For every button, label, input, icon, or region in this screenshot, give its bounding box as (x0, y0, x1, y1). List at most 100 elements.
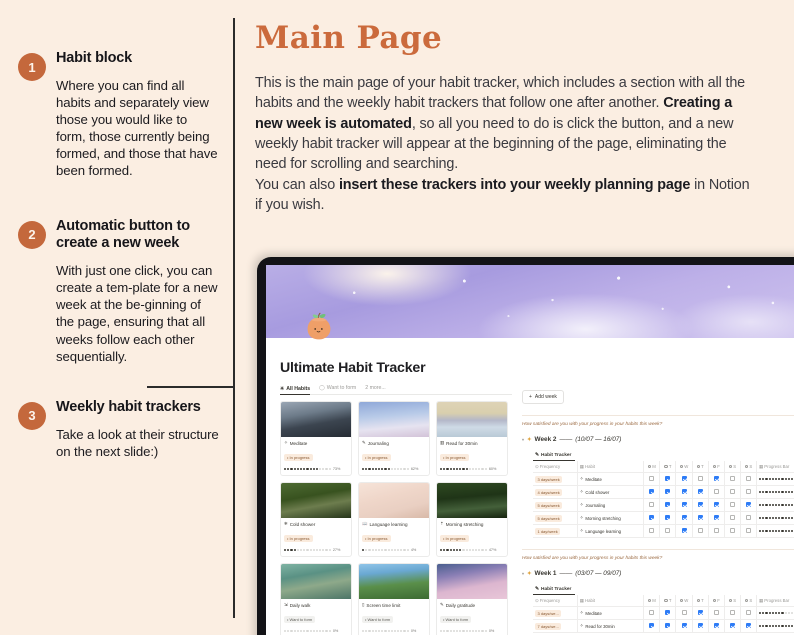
cell-day-6[interactable] (740, 485, 758, 499)
day-checkbox[interactable] (681, 610, 687, 615)
day-checkbox[interactable] (681, 528, 687, 533)
header-frequency[interactable]: ⊙ Frequency (533, 461, 578, 473)
day-checkbox[interactable] (665, 623, 671, 628)
day-checkbox[interactable] (697, 528, 703, 533)
cell-day-1[interactable] (659, 606, 677, 620)
cell-day-4[interactable] (708, 511, 725, 525)
day-checkbox[interactable] (729, 476, 735, 481)
day-checkbox[interactable] (697, 502, 703, 507)
cell-day-0[interactable] (643, 524, 661, 538)
day-checkbox[interactable] (745, 623, 751, 628)
cell-frequency[interactable]: 4 days/week (533, 485, 578, 499)
cell-day-5[interactable] (724, 524, 741, 538)
table-row[interactable]: 5 days/week ✧Journaling 100% (533, 498, 794, 512)
cell-frequency[interactable]: 3 days/we... (533, 606, 578, 620)
cell-habit[interactable]: ✧ Meditate (577, 472, 645, 486)
day-checkbox[interactable] (729, 528, 735, 533)
cell-frequency[interactable]: 5 days/week (533, 498, 578, 512)
day-checkbox[interactable] (713, 502, 719, 507)
day-checkbox[interactable] (729, 502, 735, 507)
day-checkbox[interactable] (713, 476, 719, 481)
cell-day-5[interactable] (724, 619, 741, 633)
day-checkbox[interactable] (729, 610, 735, 615)
cell-day-3[interactable] (692, 524, 709, 538)
cell-habit[interactable]: ✧ Language learning (577, 524, 645, 538)
day-checkbox[interactable] (681, 502, 687, 507)
day-checkbox[interactable] (713, 515, 719, 520)
cell-habit[interactable]: ✧ Meditate (577, 606, 645, 620)
cell-day-4[interactable] (708, 606, 725, 620)
day-checkbox[interactable] (665, 515, 671, 520)
day-checkbox[interactable] (697, 623, 703, 628)
cell-day-1[interactable] (659, 472, 677, 486)
cell-habit[interactable]: ✧ Journaling (577, 498, 645, 512)
table-row[interactable]: 7 days/we... ✧Read for 30min 100% (533, 619, 794, 633)
cell-day-4[interactable] (708, 485, 725, 499)
cell-day-3[interactable] (692, 619, 709, 633)
header-day-4[interactable]: F (708, 595, 725, 607)
cell-day-5[interactable] (724, 511, 741, 525)
cell-day-2[interactable] (675, 524, 693, 538)
habit-card[interactable]: ✧ Meditate • In progress 73% (280, 401, 352, 476)
day-checkbox[interactable] (745, 515, 751, 520)
cell-day-0[interactable] (643, 485, 661, 499)
header-day-6[interactable]: S (740, 461, 758, 473)
header-day-3[interactable]: T (692, 595, 709, 607)
cell-day-0[interactable] (643, 472, 661, 486)
cell-day-2[interactable] (675, 619, 693, 633)
table-row[interactable]: 5 days/week ✧Morning stretching 100% (533, 511, 794, 525)
day-checkbox[interactable] (649, 528, 655, 533)
cell-day-2[interactable] (675, 606, 693, 620)
cell-day-1[interactable] (659, 485, 677, 499)
cell-day-4[interactable] (708, 472, 725, 486)
day-checkbox[interactable] (665, 476, 671, 481)
cell-frequency[interactable]: 5 days/week (533, 511, 578, 525)
header-day-5[interactable]: S (724, 595, 741, 607)
header-day-0[interactable]: M (643, 461, 661, 473)
header-frequency[interactable]: ⊙ Frequency (533, 595, 578, 607)
cell-day-4[interactable] (708, 619, 725, 633)
habit-card[interactable]: ⇲ Daily walk • Want to form 0% (280, 563, 352, 635)
cell-day-5[interactable] (724, 485, 741, 499)
habit-card[interactable]: ✎ Journaling • In progress 62% (358, 401, 430, 476)
day-checkbox[interactable] (681, 489, 687, 494)
cell-day-1[interactable] (659, 511, 677, 525)
cell-day-5[interactable] (724, 472, 741, 486)
cell-frequency[interactable]: 3 days/week (533, 472, 578, 486)
tab-want-to-form[interactable]: ◯ Want to form (319, 385, 356, 391)
header-habit[interactable]: ▦ Habit (577, 461, 645, 473)
habit-card[interactable]: ✎ Daily gratitude • Want to form 0% (436, 563, 508, 635)
day-checkbox[interactable] (649, 489, 655, 494)
week-toggle-header[interactable]: ▾ ✦ Week 2 —— (10/07 — 16/07) (522, 436, 794, 443)
header-day-5[interactable]: S (724, 461, 741, 473)
day-checkbox[interactable] (745, 610, 751, 615)
cell-day-0[interactable] (643, 619, 661, 633)
toggle-triangle-icon[interactable]: ▾ (522, 571, 524, 576)
day-checkbox[interactable] (697, 610, 703, 615)
day-checkbox[interactable] (713, 489, 719, 494)
cell-day-3[interactable] (692, 498, 709, 512)
day-checkbox[interactable] (697, 489, 703, 494)
day-checkbox[interactable] (697, 476, 703, 481)
day-checkbox[interactable] (745, 476, 751, 481)
cell-day-0[interactable] (643, 498, 661, 512)
cell-day-1[interactable] (659, 498, 677, 512)
day-checkbox[interactable] (649, 623, 655, 628)
header-day-6[interactable]: S (740, 595, 758, 607)
cell-habit[interactable]: ✧ Morning stretching (577, 511, 645, 525)
habit-tracker-db-tab[interactable]: ✎ Habit Tracker (533, 453, 576, 461)
habit-card[interactable]: ❄ Cold shower • In progress 27% (280, 482, 352, 557)
header-day-3[interactable]: T (692, 461, 709, 473)
toggle-triangle-icon[interactable]: ▾ (522, 437, 524, 442)
header-day-4[interactable]: F (708, 461, 725, 473)
cell-day-2[interactable] (675, 485, 693, 499)
cell-day-1[interactable] (659, 524, 677, 538)
day-checkbox[interactable] (649, 610, 655, 615)
cell-day-3[interactable] (692, 606, 709, 620)
header-progress-bar[interactable]: ▦ Progress Bar (756, 595, 794, 607)
day-checkbox[interactable] (665, 502, 671, 507)
cell-habit[interactable]: ✧ Cold shower (577, 485, 645, 499)
cell-day-6[interactable] (740, 619, 758, 633)
cell-habit[interactable]: ✧ Read for 30min (577, 619, 645, 633)
day-checkbox[interactable] (649, 515, 655, 520)
